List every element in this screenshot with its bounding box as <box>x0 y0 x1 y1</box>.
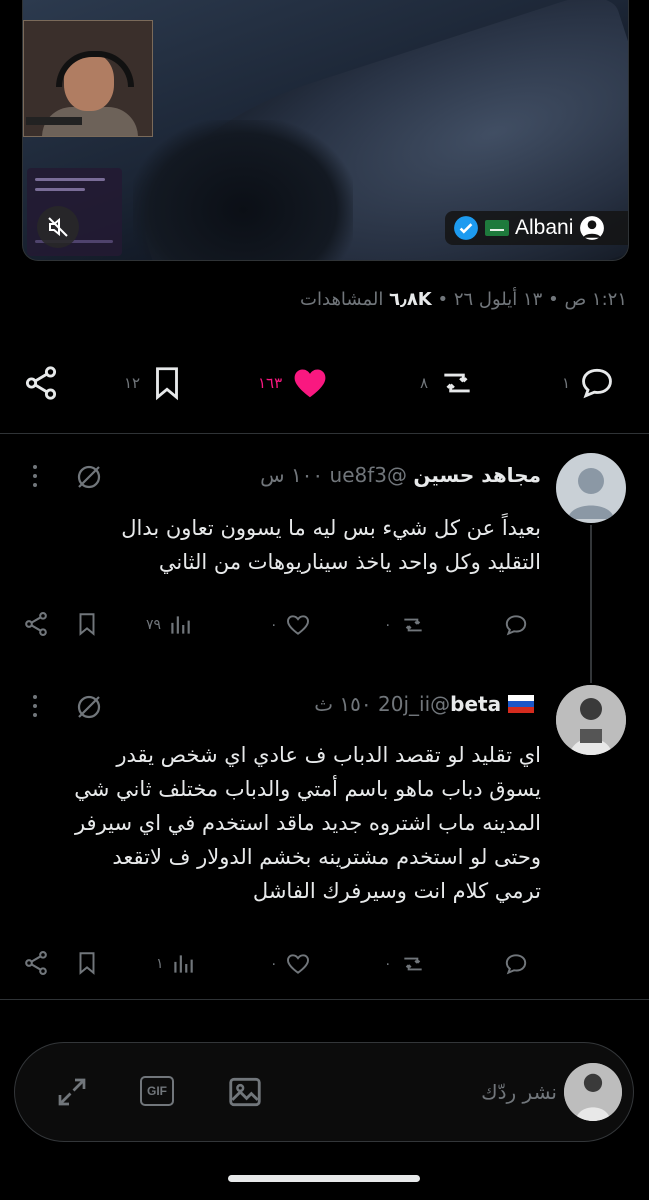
russia-flag-icon <box>508 695 535 713</box>
avatar[interactable] <box>556 453 626 523</box>
grok-button[interactable] <box>74 692 104 726</box>
repost-icon <box>403 618 422 632</box>
bookmarks-count: ١٢ <box>124 374 141 392</box>
reply-comment-button[interactable] <box>496 951 530 977</box>
bookmark-icon <box>79 613 95 636</box>
bookmark-icon <box>156 367 179 401</box>
repost-icon <box>444 373 470 393</box>
views-count: ٧٩ <box>146 617 162 633</box>
default-avatar-icon <box>568 468 614 519</box>
reply-author-name[interactable]: مجاهد حسين <box>413 463 541 487</box>
gif-button[interactable]: GIF <box>140 1076 174 1106</box>
reply-views-button[interactable]: ١ <box>156 951 196 977</box>
image-icon <box>229 1077 261 1107</box>
reply-bookmark-button[interactable] <box>74 610 100 638</box>
expand-icon <box>58 1078 86 1106</box>
user-photo-avatar <box>556 685 626 755</box>
trees-silhouette <box>133 120 353 260</box>
microphone <box>26 117 82 125</box>
reply-share-button[interactable] <box>22 949 50 977</box>
replies-count: ١ <box>562 374 571 392</box>
reply-views-button[interactable]: ٧٩ <box>146 612 193 638</box>
more-vertical-icon <box>33 465 37 487</box>
likes-count: ٠ <box>270 617 278 633</box>
headphones <box>56 51 134 87</box>
avatar[interactable] <box>556 685 626 755</box>
share-icon <box>25 366 57 400</box>
tweet-date: ١٣ أيلول ٢٦ <box>453 289 543 310</box>
bookmark-button[interactable]: ١٢ <box>124 364 186 402</box>
tweet-time: ١:٢١ ص <box>564 289 627 310</box>
reply-input[interactable]: نشر ردّك <box>481 1080 557 1104</box>
likes-count: ٠ <box>270 956 278 972</box>
views-count: ٦٫٨K <box>389 289 432 310</box>
reply-handle[interactable]: @20j_ii <box>378 692 450 716</box>
more-options-button[interactable] <box>30 462 40 496</box>
mute-icon <box>48 217 68 237</box>
analytics-icon <box>171 616 190 634</box>
home-indicator[interactable] <box>228 1175 420 1182</box>
saudi-flag-icon <box>485 220 509 236</box>
bookmark-icon <box>79 952 95 975</box>
reply-header: مجاهد حسين @ue8f3 ١٠٠ س <box>260 463 541 487</box>
webcam-overlay <box>23 20 153 137</box>
reposts-count: ٠ <box>384 617 392 633</box>
verified-icon <box>454 216 478 240</box>
reposts-count: ٠ <box>384 956 392 972</box>
reply-time: ١٠٠ س <box>260 463 324 487</box>
analytics-icon <box>173 955 193 973</box>
repost-button[interactable]: ٨ <box>420 364 478 402</box>
thread-line <box>590 525 592 683</box>
reply-icon <box>582 368 612 399</box>
reply-share-button[interactable] <box>22 610 50 638</box>
add-image-button[interactable] <box>226 1073 264 1115</box>
heart-icon <box>286 954 309 974</box>
divider <box>0 433 649 434</box>
grok-icon <box>77 465 101 489</box>
avatar-icon <box>580 216 605 240</box>
likes-count: ١٦٣ <box>258 374 283 392</box>
mute-button[interactable] <box>37 206 79 248</box>
account-badge[interactable]: Albani <box>445 211 628 245</box>
expand-composer-button[interactable] <box>54 1074 90 1114</box>
reply-time: ١٥٠ ث <box>314 692 372 716</box>
stream-chat-overlay <box>27 168 122 256</box>
reply-button[interactable]: ١ <box>562 364 616 402</box>
reply-comment-button[interactable] <box>496 612 530 638</box>
more-options-button[interactable] <box>30 692 40 726</box>
repost-icon <box>403 957 422 971</box>
divider <box>0 999 649 1000</box>
reply-author-name[interactable]: beta <box>450 692 541 716</box>
composer-avatar <box>564 1063 622 1121</box>
share-button[interactable] <box>22 364 60 402</box>
user-photo-avatar <box>564 1063 622 1121</box>
reply-bookmark-button[interactable] <box>74 949 100 977</box>
gif-label: GIF <box>147 1084 167 1098</box>
reply-text: اي تقليد لو تقصد الدباب ف عادي اي شخص يق… <box>74 743 541 903</box>
video-media[interactable]: Albani <box>22 0 629 261</box>
grok-icon <box>77 695 101 719</box>
share-icon <box>25 611 47 637</box>
reply-repost-button[interactable]: ٠ <box>384 951 428 977</box>
reply-like-button[interactable]: ٠ <box>270 951 312 977</box>
account-name: Albani <box>515 216 574 239</box>
heart-icon <box>286 615 309 635</box>
more-vertical-icon <box>33 695 37 717</box>
heart-filled-icon <box>294 369 326 398</box>
share-icon <box>25 950 47 976</box>
reply-icon <box>505 954 527 975</box>
reposts-count: ٨ <box>420 374 429 392</box>
tweet-meta: ١:٢١ ص • ١٣ أيلول ٢٦ • ٦٫٨K المشاهدات <box>300 289 627 310</box>
views-label: المشاهدات <box>300 289 384 310</box>
reply-handle[interactable]: @ue8f3 <box>330 463 407 487</box>
reply-repost-button[interactable]: ٠ <box>384 612 428 638</box>
grok-button[interactable] <box>74 462 104 496</box>
reply-text: بعيداً عن كل شيء بس ليه ما يسوون تعاون ب… <box>121 516 541 574</box>
like-button[interactable]: ١٦٣ <box>258 364 330 402</box>
views-count: ١ <box>156 956 164 972</box>
reply-header: beta @20j_ii ١٥٠ ث <box>314 692 541 716</box>
reply-icon <box>505 615 527 636</box>
reply-like-button[interactable]: ٠ <box>270 612 312 638</box>
